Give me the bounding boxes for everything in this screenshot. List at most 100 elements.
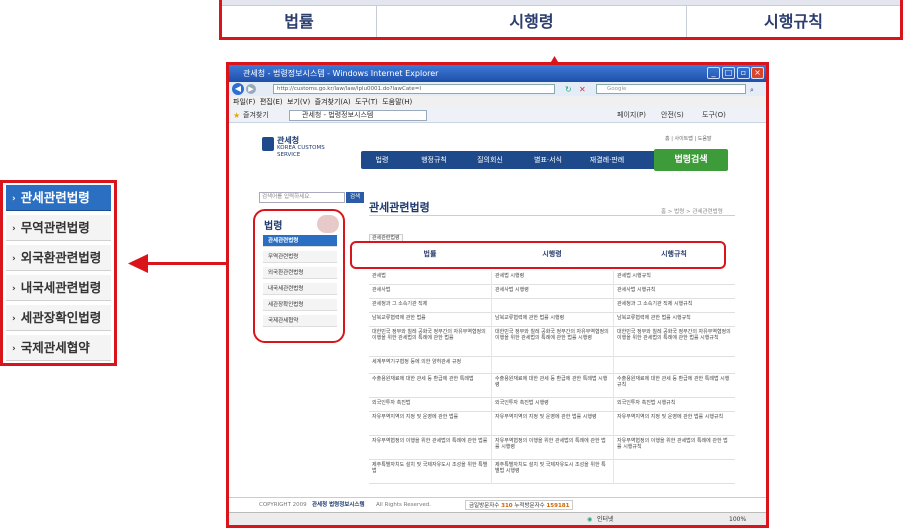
table-row: 관세사법 관세사법 시행령 관세사법 시행규칙 bbox=[369, 285, 735, 299]
refresh-icon[interactable]: ↻ bbox=[565, 83, 572, 97]
tools-menu[interactable]: 도구(O) bbox=[702, 108, 726, 123]
table-cell[interactable]: 제주특별자치도 설치 및 국제자유도시 조성을 위한 특별법 시행령 bbox=[491, 460, 613, 484]
table-cell[interactable]: 수출용원재료에 대한 관세 등 환급에 관한 특례법 시행규칙 bbox=[613, 374, 735, 398]
customs-emblem-icon bbox=[262, 137, 274, 151]
table-cell[interactable]: 관세사법 시행규칙 bbox=[613, 285, 735, 299]
table-cell[interactable]: 외국인투자 촉진법 bbox=[369, 398, 491, 412]
table-row: 남북교류협력에 관한 법률 남북교류협력에 관한 법률 시행령 남북교류협력에 관한… bbox=[369, 313, 735, 327]
table-cell[interactable]: 제주특별자치도 설치 및 국제자유도시 조성을 위한 특별법 bbox=[369, 460, 491, 484]
law-category-callout: › 관세관련법령 › 무역관련법령 › 외국환관련법령 › 내국세관련법령 › 세관장확인… bbox=[0, 180, 117, 366]
table-cell[interactable]: 관세청과 그 소속기관 직제 시행규칙 bbox=[613, 299, 735, 313]
favorites-bar: ★ 즐겨찾기 관세청 - 법령정보시스템 페이지(P) 안전(S) 도구(O) bbox=[229, 108, 766, 123]
nav-precedents[interactable]: 재결례·판례 bbox=[583, 151, 631, 169]
table-cell[interactable]: 외국인투자 촉진법 시행령 bbox=[491, 398, 613, 412]
table-cell[interactable]: 대한민국 정부와 칠레 공화국 정부간의 자유무역협정의 이행을 위한 관세법의… bbox=[613, 327, 735, 357]
globe-icon: ◉ bbox=[587, 516, 593, 523]
menu-favorites[interactable]: 즐겨찾기(A) bbox=[315, 98, 351, 106]
callout-item-label: 관세관련법령 bbox=[20, 190, 90, 205]
chevron-right-icon: › bbox=[12, 284, 16, 294]
table-cell[interactable]: 관세법 bbox=[369, 271, 491, 285]
table-cell[interactable]: 남북교류협력에 관한 법률 bbox=[369, 313, 491, 327]
sidebar-item-forex-laws[interactable]: 외국환관련법령 bbox=[263, 267, 337, 279]
close-icon[interactable]: × bbox=[751, 67, 764, 79]
back-icon[interactable]: ◀ bbox=[232, 83, 244, 95]
minimize-icon[interactable]: _ bbox=[707, 67, 720, 79]
table-cell[interactable]: 수출용원재료에 대한 관세 등 환급에 관한 특례법 시행령 bbox=[491, 374, 613, 398]
table-cell[interactable]: 관세사법 시행령 bbox=[491, 285, 613, 299]
table-cell[interactable]: 대한민국 정부와 칠레 공화국 정부간의 자유무역협정의 이행을 위한 관세법의… bbox=[369, 327, 491, 357]
table-cell[interactable]: 자유무역협정의 이행을 위한 관세법의 특례에 관한 법률 bbox=[369, 436, 491, 460]
nav-laws[interactable]: 법령 bbox=[367, 151, 397, 169]
stop-icon[interactable]: ✕ bbox=[579, 83, 586, 97]
callout-item-domestic-tax-laws[interactable]: › 내국세관련법령 bbox=[6, 275, 111, 301]
sidebar-search-button[interactable]: 검색 bbox=[346, 192, 364, 203]
footer-copyright: COPYRIGHT 2009 bbox=[259, 502, 307, 508]
favorites-label[interactable]: 즐겨찾기 bbox=[243, 108, 269, 123]
table-cell[interactable]: 자유무역협정의 이행을 위한 관세법의 특례에 관한 법률 시행령 bbox=[491, 436, 613, 460]
visits-today-value: 310 bbox=[501, 503, 513, 509]
callout-item-forex-laws[interactable]: › 외국환관련법령 bbox=[6, 245, 111, 271]
table-cell[interactable]: 세계무역기구협정 등에 의한 양허관세 규정 bbox=[369, 357, 491, 374]
nav-admin-rules[interactable]: 행정규칙 bbox=[413, 151, 455, 169]
menu-tools[interactable]: 도구(T) bbox=[355, 98, 378, 106]
safety-menu[interactable]: 안전(S) bbox=[661, 108, 684, 123]
breadcrumb[interactable]: 홈 > 법령 > 관세관련법령 bbox=[661, 207, 723, 215]
zoom-level[interactable]: 100% bbox=[729, 513, 746, 525]
callout-item-trade-laws[interactable]: › 무역관련법령 bbox=[6, 215, 111, 241]
page-menu[interactable]: 페이지(P) bbox=[617, 108, 646, 123]
table-cell[interactable]: 대한민국 정부와 칠레 공화국 정부간의 자유무역협정의 이행을 위한 관세법의… bbox=[491, 327, 613, 357]
restore-icon[interactable]: ▫ bbox=[737, 67, 750, 79]
table-cell bbox=[491, 357, 613, 374]
callout-col-law: 법률 bbox=[284, 12, 314, 31]
sidebar-item-trade-laws[interactable]: 무역관련법령 bbox=[263, 251, 337, 263]
callout-item-label: 국제관세협약 bbox=[20, 340, 90, 355]
menu-edit[interactable]: 편집(E) bbox=[260, 98, 283, 106]
callout-item-label: 내국세관련법령 bbox=[20, 280, 102, 295]
browser-search-input[interactable]: Google bbox=[596, 84, 746, 94]
sidebar-item-customs-laws[interactable]: 관세관련법령 bbox=[263, 235, 337, 247]
table-cell[interactable]: 자유무역지역의 지정 및 운영에 관한 법률 시행규칙 bbox=[613, 412, 735, 436]
search-icon[interactable]: ⌕ bbox=[750, 83, 754, 97]
sidebar-item-customs-confirmation-laws[interactable]: 세관장확인법령 bbox=[263, 299, 337, 311]
table-row: 자유무역지역의 지정 및 운영에 관한 법률 자유무역지역의 지정 및 운영에 관… bbox=[369, 412, 735, 436]
table-cell[interactable]: 외국인투자 촉진법 시행규칙 bbox=[613, 398, 735, 412]
status-zone: 인터넷 bbox=[597, 516, 614, 523]
menu-view[interactable]: 보기(V) bbox=[287, 98, 310, 106]
sidebar-search-input[interactable]: 검색어를 입력하세요. bbox=[259, 192, 345, 203]
table-cell[interactable]: 수출용원재료에 대한 관세 등 환급에 관한 특례법 bbox=[369, 374, 491, 398]
sidebar-menu: 법령 관세관련법령 무역관련법령 외국환관련법령 내국세관련법령 세관장확인법령… bbox=[253, 209, 345, 343]
table-cell[interactable]: 자유무역지역의 지정 및 운영에 관한 법률 시행령 bbox=[491, 412, 613, 436]
callout-item-customs-laws[interactable]: › 관세관련법령 bbox=[6, 185, 111, 211]
table-cell[interactable]: 관세법 시행규칙 bbox=[613, 271, 735, 285]
menu-help[interactable]: 도움말(H) bbox=[382, 98, 412, 106]
sidebar-item-domestic-tax-laws[interactable]: 내국세관련법령 bbox=[263, 283, 337, 295]
nav-inquiries[interactable]: 질의회신 bbox=[469, 151, 511, 169]
law-search-button[interactable]: 법령검색 bbox=[654, 149, 728, 171]
callout-item-customs-confirmation-laws[interactable]: › 세관장확인법령 bbox=[6, 305, 111, 331]
forward-icon[interactable]: ▶ bbox=[246, 84, 256, 94]
table-cell[interactable]: 자유무역협정의 이행을 위한 관세법의 특례에 관한 법률 시행규칙 bbox=[613, 436, 735, 460]
chevron-right-icon: › bbox=[12, 344, 16, 354]
table-cell[interactable]: 남북교류협력에 관한 법률 시행규칙 bbox=[613, 313, 735, 327]
nav-forms[interactable]: 별표·서식 bbox=[525, 151, 571, 169]
table-cell[interactable]: 남북교류협력에 관한 법률 시행령 bbox=[491, 313, 613, 327]
window-titlebar: 관세청 - 법령정보시스템 - Windows Internet Explore… bbox=[229, 65, 766, 82]
maximize-icon[interactable]: □ bbox=[722, 67, 735, 79]
table-cell[interactable]: 자유무역지역의 지정 및 운영에 관한 법률 bbox=[369, 412, 491, 436]
callout-item-intl-customs-conventions[interactable]: › 국제관세협약 bbox=[6, 335, 111, 361]
main-nav: 법령 행정규칙 질의회신 별표·서식 재결례·판례 법령검색 bbox=[361, 149, 728, 171]
browser-tab[interactable]: 관세청 - 법령정보시스템 bbox=[289, 110, 427, 121]
table-cell[interactable]: 관세법 시행령 bbox=[491, 271, 613, 285]
chevron-right-icon: › bbox=[12, 194, 16, 204]
utility-links[interactable]: 홈 | 사이트맵 | 도움말 bbox=[665, 135, 712, 142]
table-cell[interactable]: 관세사법 bbox=[369, 285, 491, 299]
sidebar-title: 법령 bbox=[264, 221, 283, 232]
menu-file[interactable]: 파일(F) bbox=[233, 98, 255, 106]
table-cell bbox=[613, 460, 735, 484]
site-footer: COPYRIGHT 2009 관세청 법령정보시스템 All Rights Re… bbox=[229, 497, 766, 511]
table-row: 세계무역기구협정 등에 의한 양허관세 규정 bbox=[369, 357, 735, 374]
url-input[interactable]: http://customs.go.kr/law/law/lplu0001.do… bbox=[273, 84, 555, 94]
left-arrow-icon bbox=[128, 254, 148, 273]
table-cell[interactable]: 관세청과 그 소속기관 직제 bbox=[369, 299, 491, 313]
sidebar-item-intl-customs-conventions[interactable]: 국제관세협약 bbox=[263, 315, 337, 327]
